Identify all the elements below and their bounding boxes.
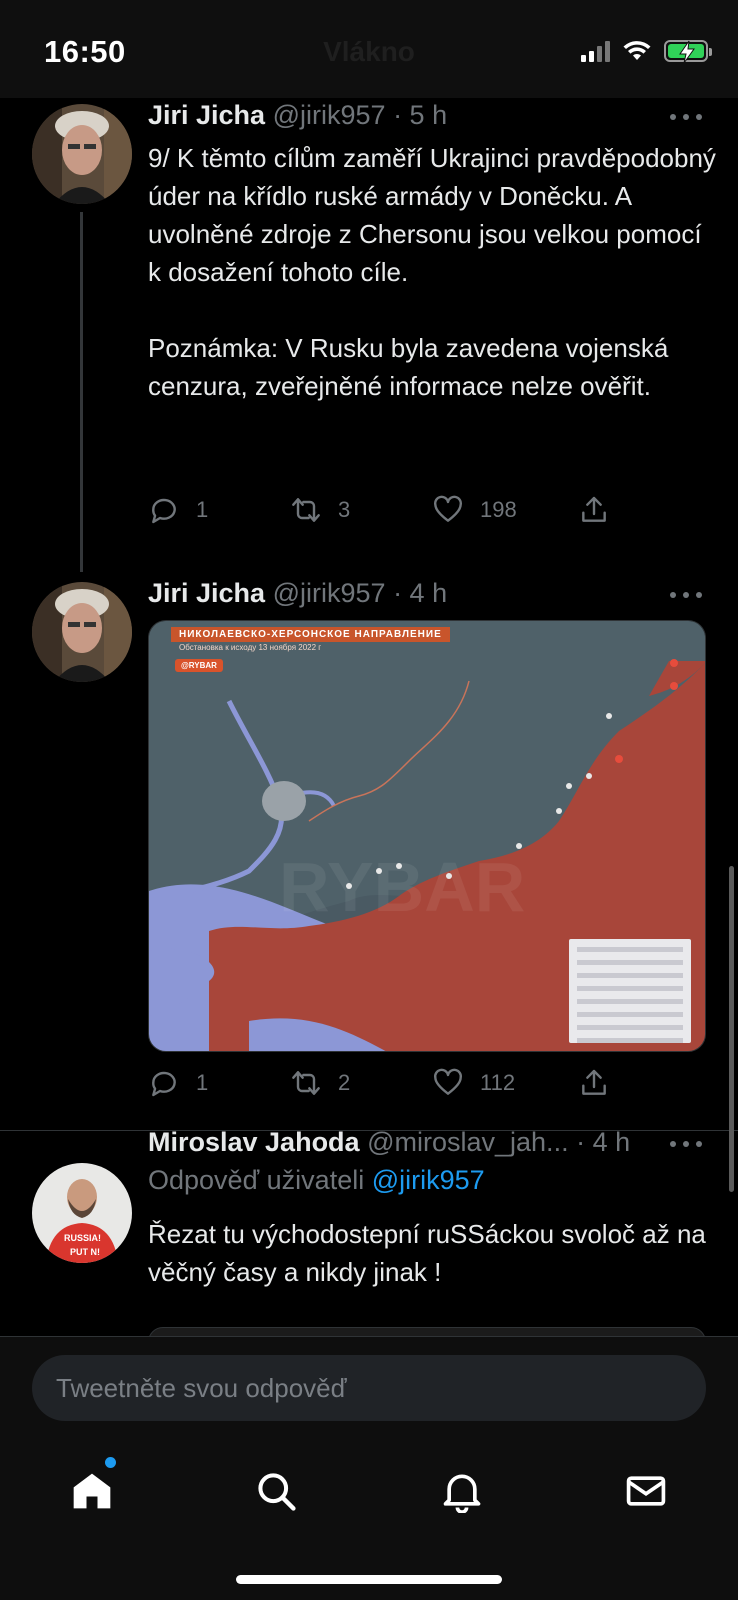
reply-prefix: Odpověď uživateli (148, 1165, 365, 1195)
tweet-header: Jiri Jicha @jirik957 · 4 h (148, 578, 447, 609)
scrollbar[interactable] (729, 866, 734, 1192)
tab-home[interactable] (62, 1457, 122, 1521)
heart-icon (434, 1068, 462, 1095)
more-options-icon[interactable] (670, 1141, 702, 1149)
reply-count: 1 (196, 1070, 209, 1095)
share-button[interactable] (578, 1067, 610, 1099)
tab-search[interactable] (246, 1461, 306, 1521)
tweet-media-preview[interactable] (148, 1327, 706, 1336)
search-icon (258, 1473, 296, 1511)
home-indicator[interactable] (236, 1575, 502, 1584)
retweet-icon (292, 1071, 320, 1095)
retweet-button[interactable]: 2 (290, 1067, 350, 1099)
notification-dot (105, 1457, 116, 1468)
tweet-header: Miroslav Jahoda @miroslav_jah... · 4 h (148, 1131, 630, 1158)
bell-icon (443, 1474, 481, 1513)
author-name[interactable]: Jiri Jicha (148, 578, 265, 608)
map-logo: @RYBAR (175, 659, 223, 672)
home-icon (73, 1473, 111, 1509)
tweet[interactable]: RUSSIA! PUT N! Miroslav Jahoda @miroslav… (0, 1131, 738, 1336)
reply-input[interactable]: Tweetněte svou odpověď (32, 1355, 706, 1421)
map-legend (569, 939, 691, 1043)
tweet-actions: 1 2 112 (148, 1067, 618, 1101)
reply-to-handle[interactable]: @jirik957 (372, 1165, 485, 1195)
bottom-bar: Tweetněte svou odpověď (0, 1336, 738, 1600)
author-handle[interactable]: @jirik957 (273, 578, 386, 608)
share-icon (582, 1069, 606, 1095)
reply-icon (152, 1071, 176, 1097)
tab-notifications[interactable] (432, 1461, 492, 1521)
more-options-icon[interactable] (670, 592, 702, 600)
tweet-time: · 4 h (576, 1131, 631, 1157)
tweet-time: · 4 h (393, 578, 448, 608)
reply-button[interactable]: 1 (148, 1067, 208, 1099)
tweet-image-map[interactable]: RYBAR НИКОЛАЕВСКО-ХЕРСОНСКОЕ НАПРАВЛЕНИЕ… (148, 620, 706, 1052)
author-name[interactable]: Miroslav Jahoda (148, 1131, 360, 1157)
avatar[interactable]: RUSSIA! PUT N! (32, 1163, 132, 1263)
svg-text:RYBAR: RYBAR (279, 848, 525, 926)
avatar[interactable] (32, 582, 132, 682)
retweet-count: 2 (338, 1070, 351, 1095)
map-subtitle: Обстановка к исходу 13 ноября 2022 г (179, 643, 322, 652)
mail-icon (626, 1476, 666, 1506)
like-count: 112 (480, 1070, 516, 1095)
like-button[interactable]: 112 (432, 1067, 515, 1099)
tweet[interactable]: Jiri Jicha @jirik957 · 4 h RYBAR НИКОЛАЕ… (0, 0, 738, 1130)
svg-text:PUT N!: PUT N! (70, 1247, 100, 1257)
author-handle[interactable]: @miroslav_jah... (367, 1131, 568, 1157)
tab-messages[interactable] (616, 1461, 676, 1521)
reply-context: Odpověď uživateli @jirik957 (148, 1165, 485, 1196)
tweet-text: Řezat tu východostepní ruSSáckou svoloč … (148, 1219, 706, 1287)
map-title: НИКОЛАЕВСКО-ХЕРСОНСКОЕ НАПРАВЛЕНИЕ (171, 627, 450, 642)
tab-bar (0, 1457, 738, 1541)
svg-text:RUSSIA!: RUSSIA! (64, 1233, 101, 1243)
